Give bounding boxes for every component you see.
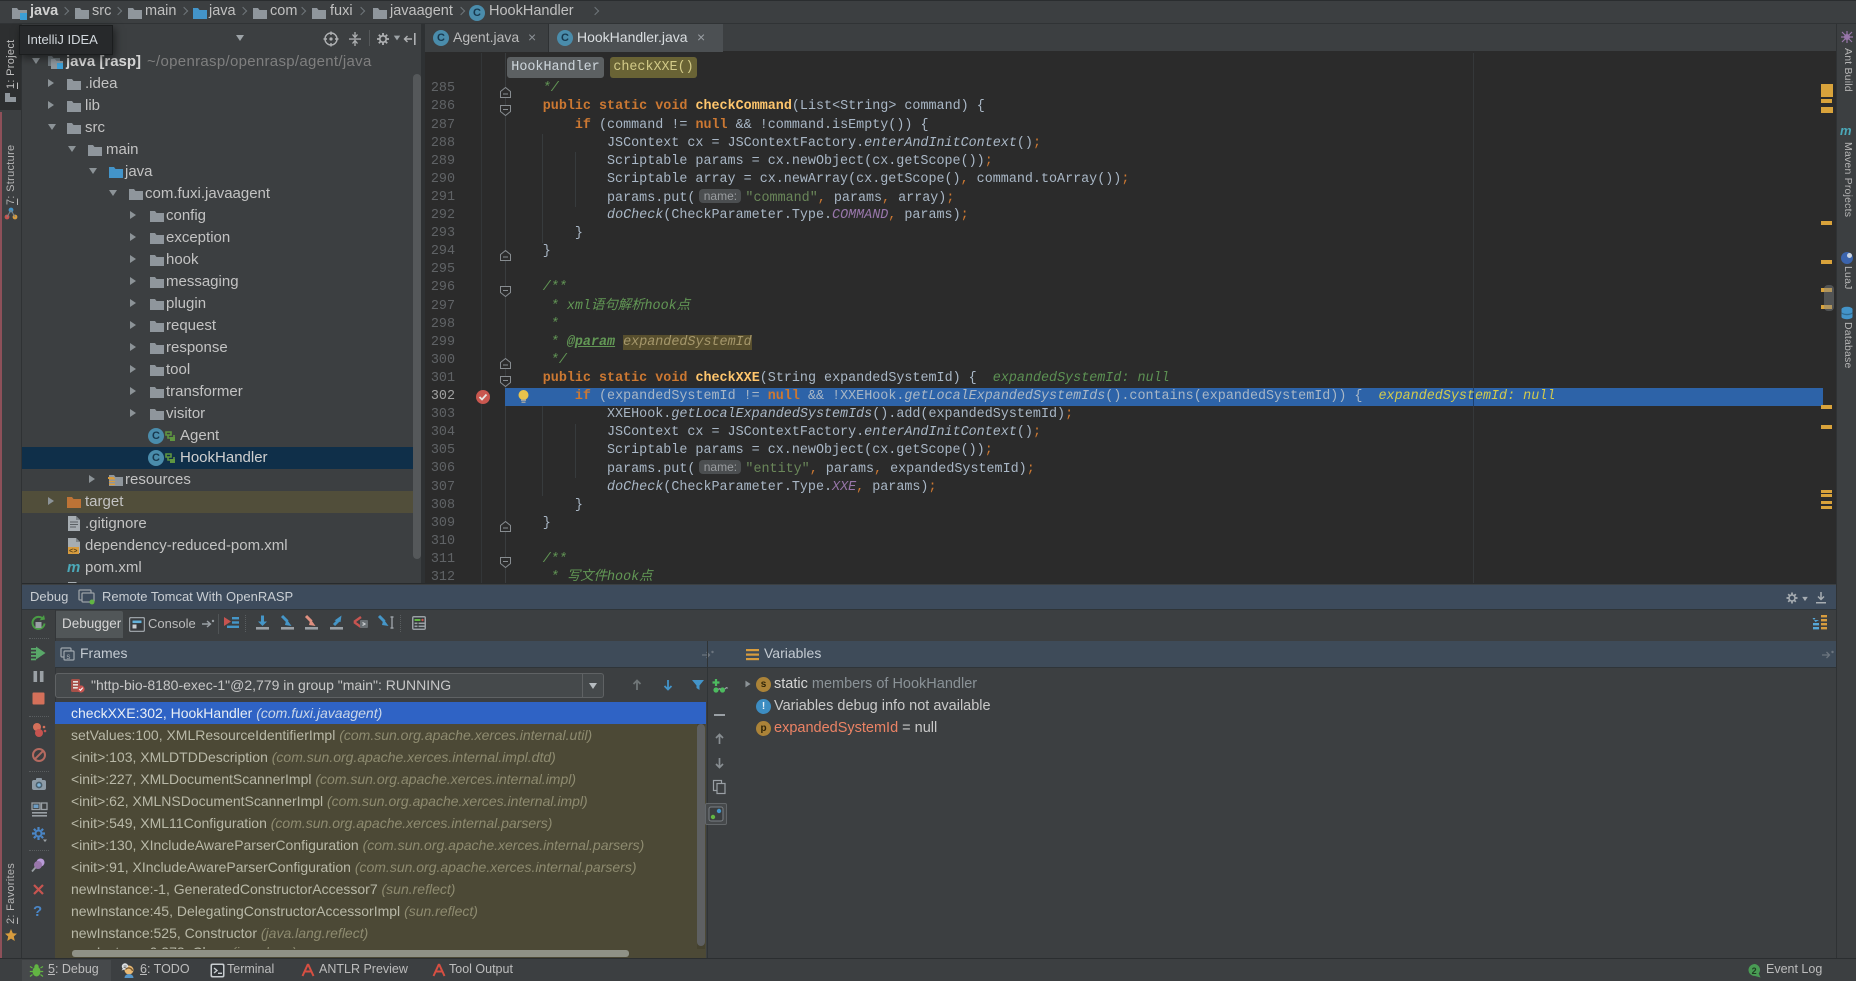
svg-text:<>: <> (69, 548, 77, 554)
svg-text:s: s (66, 653, 71, 662)
svg-text:2: 2 (1752, 966, 1757, 976)
